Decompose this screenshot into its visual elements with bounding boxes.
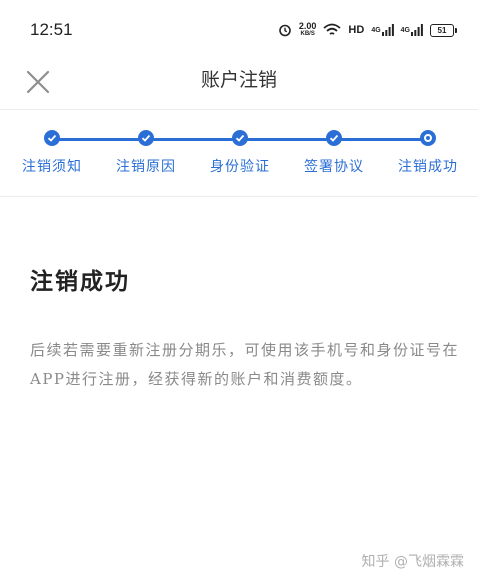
step-dot-3 [232, 130, 248, 146]
hd-label: HD [348, 24, 365, 36]
step-dot-2 [138, 130, 154, 146]
status-time: 12:51 [30, 20, 73, 39]
net-speed: 2.00 KB/S [299, 22, 317, 38]
close-icon[interactable] [24, 68, 52, 96]
step-label-4: 签署协议 [304, 159, 364, 175]
net-speed-unit: KB/S [300, 31, 315, 37]
check-icon [141, 134, 151, 142]
wifi-icon [323, 23, 342, 37]
check-icon [235, 134, 245, 142]
stepper-divider [0, 196, 478, 197]
status-bar: 12:51 2.00 KB/S HD 4G 4G 51 [0, 0, 478, 60]
step-label-5: 注销成功 [398, 159, 458, 175]
check-icon [47, 134, 57, 142]
close-button[interactable] [24, 68, 52, 96]
signal-label-1: 4G [371, 26, 381, 34]
page-title: 账户注销 [200, 69, 277, 91]
watermark: 知乎 @飞烟霖霖 [361, 554, 464, 570]
step-dot-1 [44, 130, 60, 146]
check-icon [329, 134, 339, 142]
step-label-1: 注销须知 [22, 159, 82, 175]
progress-stepper: 注销须知 注销原因 身份验证 签署协议 注销成功 [0, 110, 478, 196]
step-label-3: 身份验证 [210, 159, 270, 175]
step-label-2: 注销原因 [116, 159, 176, 175]
status-icons: 2.00 KB/S HD 4G 4G 51 [278, 22, 457, 38]
signal-icon-1: 4G [371, 24, 394, 36]
result-description: 后续若需要重新注册分期乐，可使用该手机号和身份证号在APP进行注册，经获得新的账… [30, 341, 460, 388]
alarm-icon [278, 23, 292, 37]
signal-icon-2: 4G [401, 24, 423, 36]
signal-label-2: 4G [400, 26, 410, 34]
result-title: 注销成功 [30, 268, 130, 295]
step-dot-5-current [420, 130, 436, 146]
nav-bar: 账户注销 [0, 60, 478, 110]
net-speed-value: 2.00 [298, 21, 317, 31]
step-dot-4 [326, 130, 342, 146]
battery-icon: 51 [430, 23, 457, 37]
